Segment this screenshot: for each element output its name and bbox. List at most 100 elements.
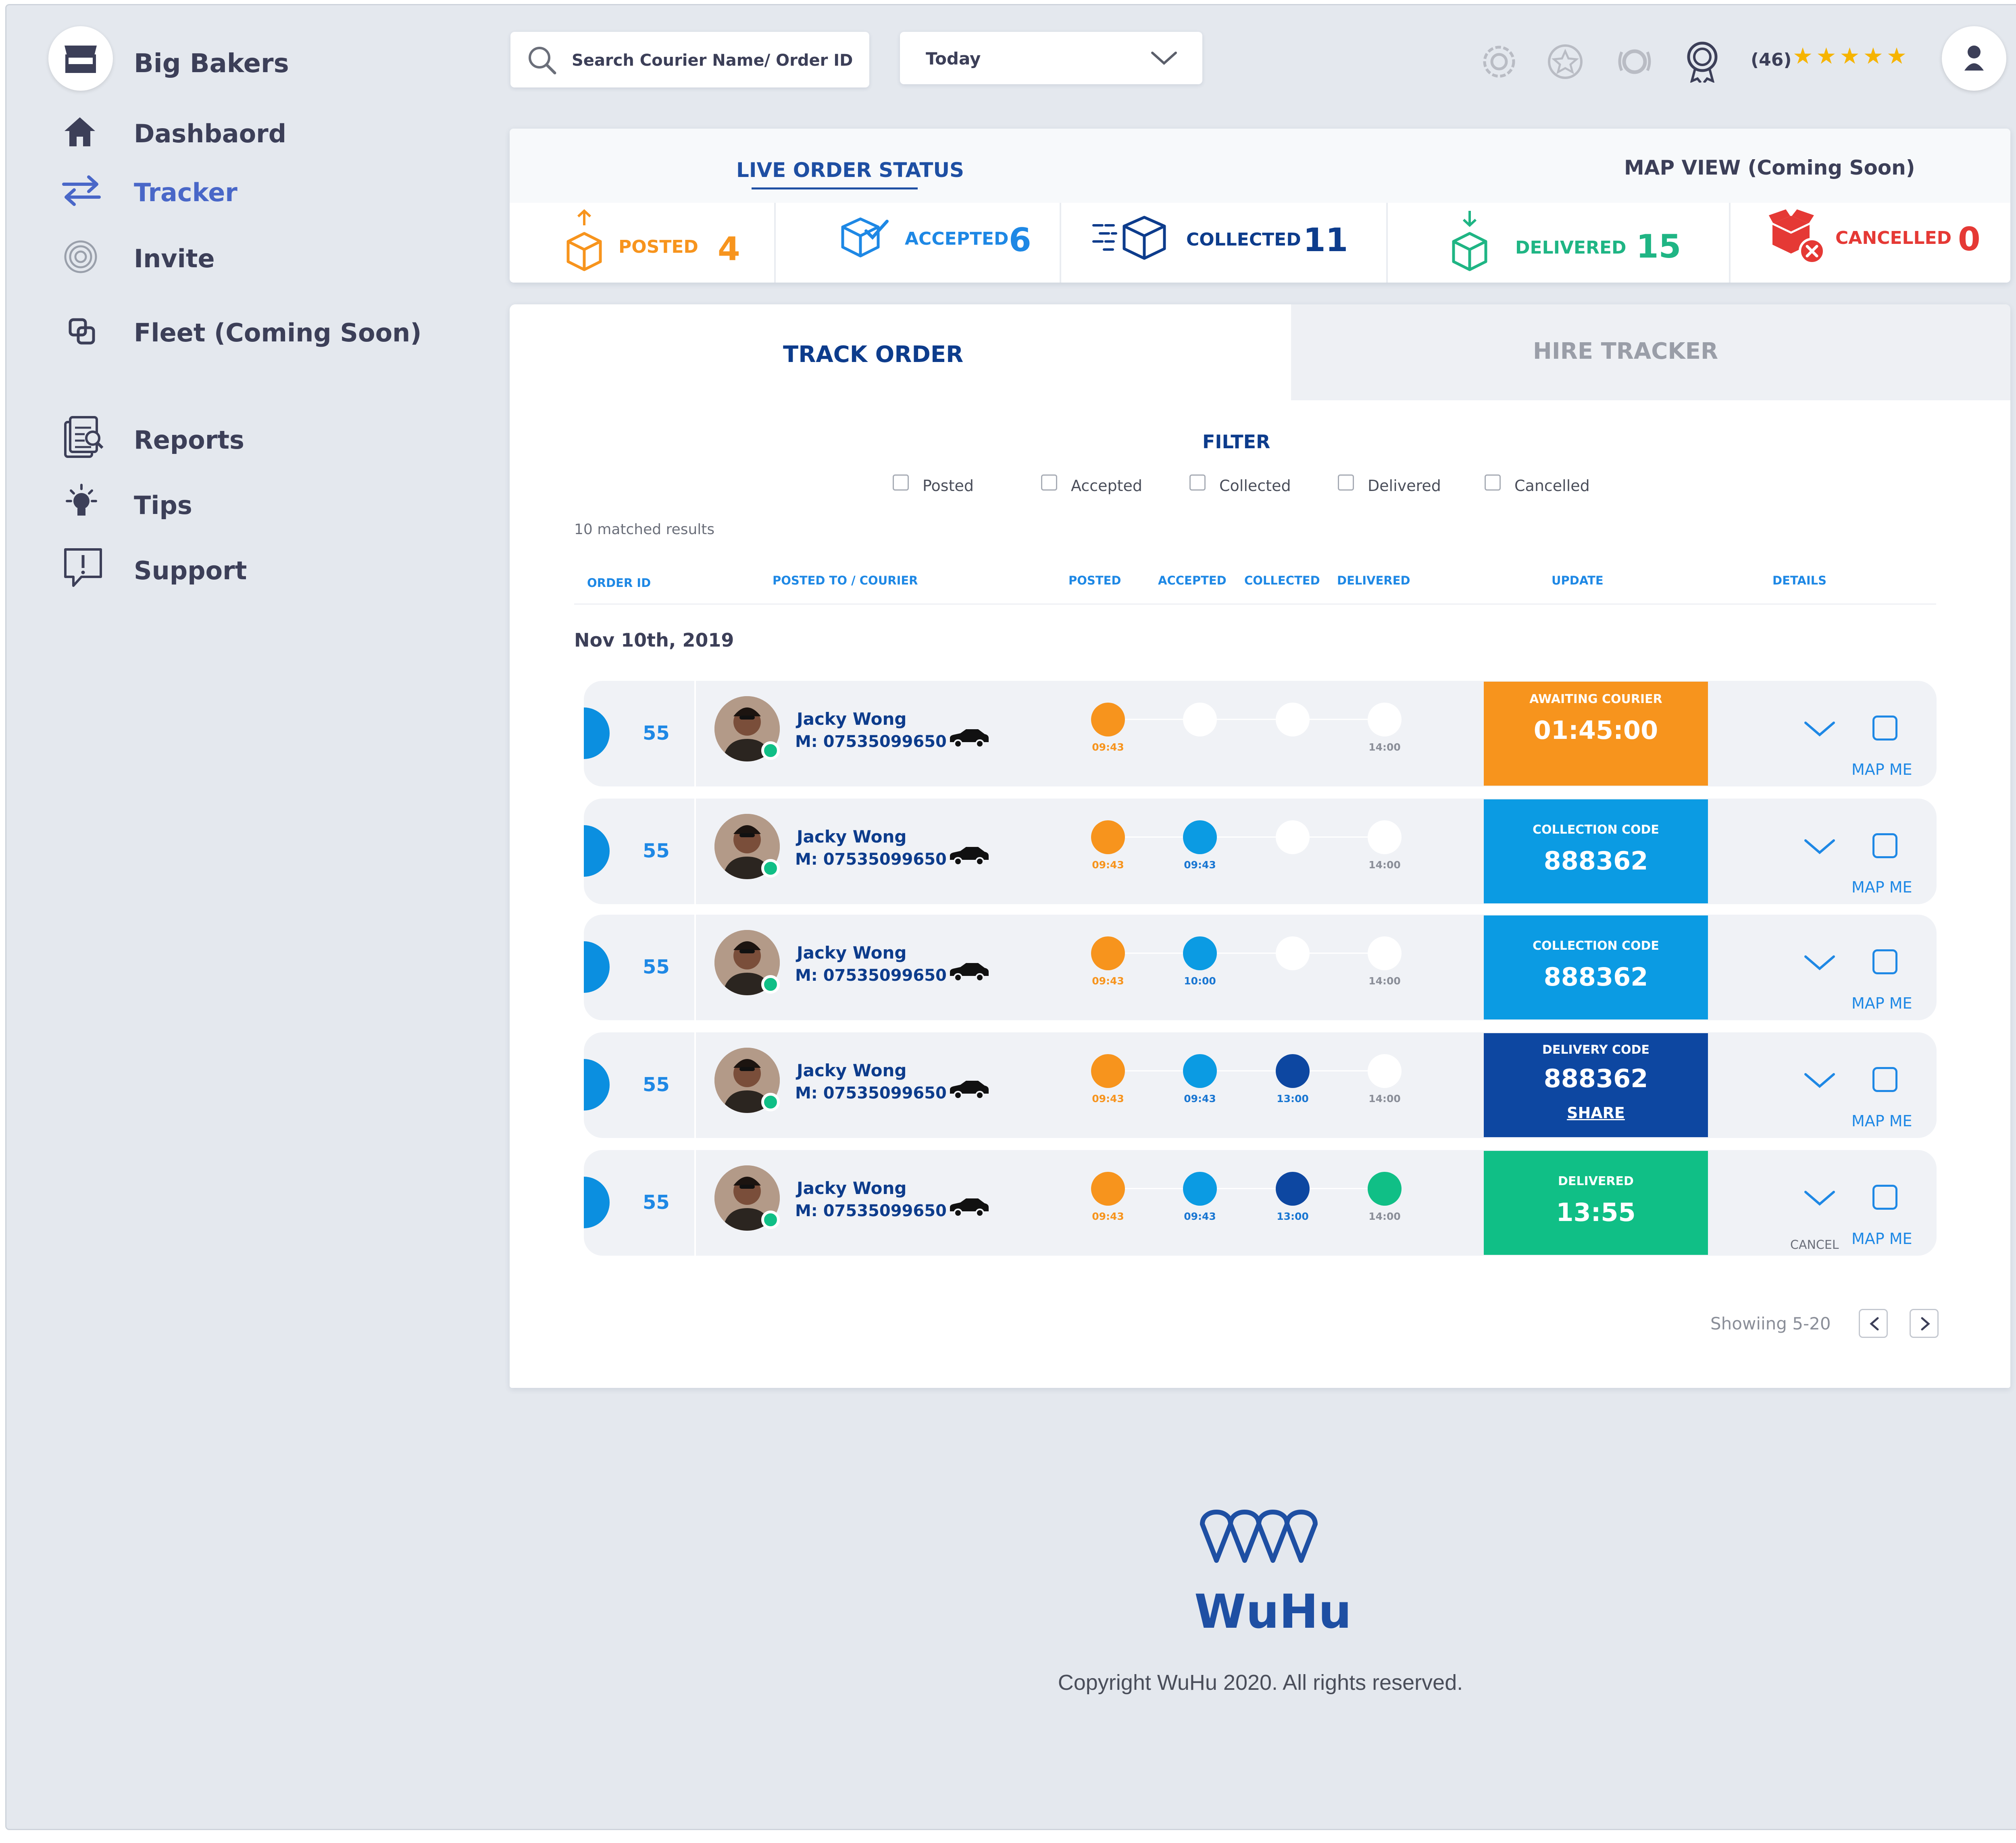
cancel-link[interactable]: CANCEL [1790, 1238, 1839, 1252]
map-me-link[interactable]: MAP ME [1851, 878, 1912, 896]
col-courier: POSTED TO / COURIER [773, 574, 918, 587]
checkbox[interactable] [1338, 474, 1354, 491]
timeline-dot-collected [1276, 703, 1310, 736]
box-down-icon [1452, 211, 1487, 271]
wuhu-logo-text: WuHu [1194, 1585, 1352, 1639]
courier-name[interactable]: Jacky Wong [797, 827, 906, 847]
user-avatar-button[interactable] [1942, 26, 2006, 91]
status-accepted[interactable]: ACCEPTED 6 [838, 209, 1048, 278]
map-me-checkbox[interactable] [1872, 1185, 1897, 1210]
sidebar-item-tips[interactable]: Tips [59, 483, 462, 523]
map-me-checkbox[interactable] [1872, 949, 1897, 974]
search-input[interactable]: Search Courier Name/ Order ID [572, 51, 853, 70]
chevron-left-icon [1870, 1317, 1879, 1331]
order-row[interactable] [584, 915, 1937, 1020]
map-me-link[interactable]: MAP ME [1851, 994, 1912, 1012]
status-update-label: DELIVERY CODE [1542, 1043, 1649, 1057]
box-cancel-icon [1767, 208, 1825, 264]
timeline-dot-collected [1276, 936, 1310, 970]
status-update-value: 13:55 [1556, 1198, 1636, 1227]
chevron-down-icon[interactable] [1802, 951, 1837, 974]
online-status-dot [761, 859, 780, 878]
status-update-value: 888362 [1543, 1064, 1648, 1093]
row-divider [694, 1032, 696, 1138]
map-me-link[interactable]: MAP ME [1851, 1230, 1912, 1248]
status-update-label: DELIVERED [1558, 1174, 1634, 1188]
chevron-right-icon [1921, 1317, 1930, 1331]
order-id[interactable]: 55 [643, 956, 670, 978]
filter-label: Posted [923, 477, 974, 495]
online-status-dot [761, 1093, 780, 1111]
status-count: 11 [1303, 221, 1348, 259]
map-me-link[interactable]: MAP ME [1851, 761, 1912, 778]
sidebar-item-fleet[interactable]: Fleet (Coming Soon) [59, 310, 462, 350]
timeline-dot-delivered [1368, 1054, 1402, 1088]
tab-map-view[interactable]: MAP VIEW (Coming Soon) [1624, 156, 1915, 179]
chevron-down-icon[interactable] [1802, 1186, 1837, 1209]
order-id[interactable]: 55 [643, 840, 670, 862]
prev-page-button[interactable] [1859, 1309, 1888, 1338]
search-box[interactable]: Search Courier Name/ Order ID [510, 32, 869, 87]
timeline-dot-posted [1091, 1172, 1125, 1206]
sidebar-item-tracker[interactable]: Tracker [59, 170, 462, 210]
status-posted[interactable]: POSTED 4 [562, 209, 772, 278]
filter-label: Delivered [1368, 477, 1441, 495]
checkbox[interactable] [1041, 474, 1057, 491]
filter-delivered[interactable]: Delivered [1338, 474, 1467, 499]
filter-title: FILTER [1202, 431, 1270, 453]
timeline-dot-delivered [1368, 703, 1402, 736]
status-count: 0 [1958, 220, 1981, 258]
filter-cancelled[interactable]: Cancelled [1485, 474, 1622, 499]
chevron-down-icon[interactable] [1802, 717, 1837, 740]
timeline-dot-collected [1276, 820, 1310, 854]
status-divider [1729, 203, 1731, 283]
courier-phone: M: 07535099650 [795, 1084, 947, 1102]
order-id[interactable]: 55 [643, 1191, 670, 1214]
courier-name[interactable]: Jacky Wong [797, 1178, 906, 1198]
order-row[interactable] [584, 681, 1937, 786]
rating-stars: ★★★★★ [1793, 43, 1910, 69]
courier-name[interactable]: Jacky Wong [797, 943, 906, 963]
date-filter-value: Today [926, 49, 981, 69]
map-me-checkbox[interactable] [1872, 833, 1897, 858]
checkbox[interactable] [893, 474, 909, 491]
order-row[interactable] [584, 1150, 1937, 1256]
status-collected[interactable]: COLLECTED 11 [1092, 209, 1374, 278]
sidebar-item-invite[interactable]: Invite [59, 236, 462, 276]
chevron-down-icon[interactable] [1802, 1069, 1837, 1091]
order-id[interactable]: 55 [643, 1073, 670, 1096]
status-cancelled[interactable]: CANCELLED 0 [1767, 208, 2001, 276]
filter-collected[interactable]: Collected [1189, 474, 1318, 499]
tab-hire-tracker-label[interactable]: HIRE TRACKER [1533, 338, 1718, 364]
checkbox[interactable] [1485, 474, 1501, 491]
timeline-time-posted: 09:43 [1092, 741, 1124, 753]
next-page-button[interactable] [1910, 1309, 1939, 1338]
map-me-link[interactable]: MAP ME [1851, 1112, 1912, 1130]
sidebar-item-support[interactable]: Support [59, 547, 462, 591]
timeline-track [1109, 1188, 1391, 1189]
courier-name[interactable]: Jacky Wong [797, 709, 906, 729]
courier-name[interactable]: Jacky Wong [797, 1061, 906, 1080]
car-icon [950, 963, 989, 982]
filter-accepted[interactable]: Accepted [1041, 474, 1170, 499]
chevron-down-icon[interactable] [1802, 835, 1837, 857]
sidebar-item-reports[interactable]: Reports [59, 416, 462, 460]
order-row[interactable] [584, 1032, 1937, 1138]
order-row[interactable] [584, 799, 1937, 904]
tab-live-order-status[interactable]: LIVE ORDER STATUS [736, 158, 964, 182]
date-filter-select[interactable]: Today [900, 32, 1202, 84]
checkbox[interactable] [1189, 474, 1206, 491]
status-update-value: 888362 [1543, 962, 1648, 992]
header-divider [574, 603, 1936, 605]
filter-posted[interactable]: Posted [893, 474, 1014, 499]
map-me-checkbox[interactable] [1872, 1067, 1897, 1092]
share-link[interactable]: SHARE [1484, 1104, 1708, 1122]
sidebar-item-dashboard[interactable]: Dashbaord [59, 111, 462, 151]
timeline-dot-collected [1276, 1054, 1310, 1088]
brand-avatar[interactable] [48, 26, 113, 91]
tab-track-order[interactable]: TRACK ORDER [783, 341, 963, 368]
map-me-checkbox[interactable] [1872, 716, 1897, 741]
timeline-dot-delivered [1368, 820, 1402, 854]
order-id[interactable]: 55 [643, 722, 670, 745]
status-delivered[interactable]: DELIVERED 15 [1447, 209, 1710, 278]
